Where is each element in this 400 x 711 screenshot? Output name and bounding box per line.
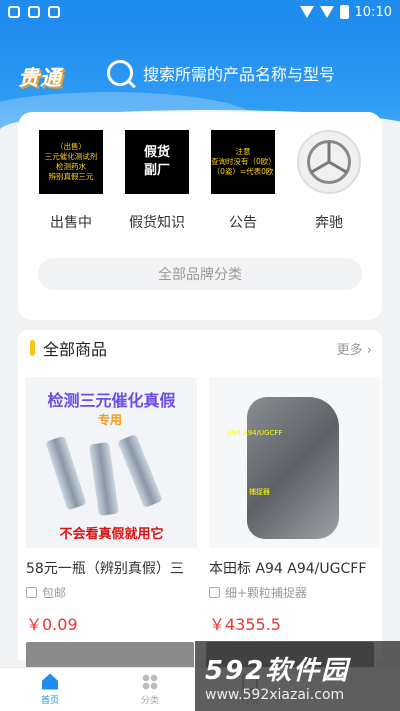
section-title: 全部商品 xyxy=(43,340,108,359)
notification-icon xyxy=(48,6,60,18)
product-card[interactable]: A94 A94/UGCFF 捕捉器 本田标 A94 A94/UGCFF 细+颗粒… xyxy=(209,377,380,635)
wifi-icon xyxy=(299,6,314,18)
package-icon xyxy=(26,587,37,598)
signal-icon xyxy=(319,6,334,18)
shortcut-label: 假货知识 xyxy=(129,215,185,231)
product-image: 检测三元催化真假 专用 不会看真假就用它 xyxy=(26,377,197,548)
more-link[interactable]: 更多 › xyxy=(337,339,372,358)
status-time: 10:10 xyxy=(354,4,392,20)
product-price: ￥0.09 xyxy=(26,615,78,634)
product-name: 58元一瓶（辨别真假）三 xyxy=(26,561,184,577)
tab-home[interactable]: 首页 xyxy=(0,668,100,711)
package-icon xyxy=(209,587,220,598)
search-bar[interactable]: 搜索所需的产品名称与型号 xyxy=(95,52,395,94)
product-image: A94 A94/UGCFF 捕捉器 xyxy=(209,377,380,548)
shipping-info: 包邮 xyxy=(26,584,197,601)
tab-category[interactable]: 分类 xyxy=(100,668,200,711)
shortcut-notice[interactable]: 注意 查询时没有（0欧） （0姿）=代表0欧 公告 xyxy=(200,130,286,232)
shipping-info: 细+颗粒捕捉器 xyxy=(209,584,380,601)
section-accent xyxy=(30,340,35,356)
grid-icon xyxy=(142,673,158,690)
notice-image: 注意 查询时没有（0欧） （0姿）=代表0欧 xyxy=(211,130,276,194)
search-icon[interactable] xyxy=(107,60,133,86)
shortcut-label: 奔驰 xyxy=(315,215,343,231)
all-brands-button[interactable]: 全部品牌分类 xyxy=(38,258,362,290)
mercedes-logo-icon xyxy=(297,130,361,194)
status-bar: 10:10 xyxy=(0,0,400,24)
app-logo: 贵通 xyxy=(18,66,62,90)
on-sale-image: （出售） 三元催化测试剂 检测药水 辨别真假三元 xyxy=(39,130,103,194)
notification-icon xyxy=(28,6,40,18)
product-price: ￥4355.5 xyxy=(209,615,281,634)
battery-icon xyxy=(339,5,349,19)
watermark: 592软件园 www.592xiazai.com xyxy=(195,641,400,711)
notification-icon xyxy=(8,6,20,18)
product-card[interactable]: 检测三元催化真假 专用 不会看真假就用它 58元一瓶（辨别真假）三 包邮 ￥0.… xyxy=(26,377,197,635)
shortcut-card: （出售） 三元催化测试剂 检测药水 辨别真假三元 出售中 假货 副厂 假货知识 … xyxy=(18,112,382,320)
fake-knowledge-image: 假货 副厂 xyxy=(125,130,189,194)
shortcut-label: 出售中 xyxy=(50,215,92,231)
product-name: 本田标 A94 A94/UGCFF xyxy=(209,561,367,577)
shortcut-fake-knowledge[interactable]: 假货 副厂 假货知识 xyxy=(114,130,200,232)
shortcut-on-sale[interactable]: （出售） 三元催化测试剂 检测药水 辨别真假三元 出售中 xyxy=(28,130,114,232)
shortcut-benz[interactable]: 奔驰 xyxy=(286,130,372,232)
home-icon xyxy=(42,673,58,690)
shortcut-label: 公告 xyxy=(229,215,257,231)
all-products-section: 全部商品 更多 › 检测三元催化真假 专用 不会看真假就用它 58元一瓶（辨别真… xyxy=(18,330,382,660)
search-placeholder: 搜索所需的产品名称与型号 xyxy=(143,65,336,84)
